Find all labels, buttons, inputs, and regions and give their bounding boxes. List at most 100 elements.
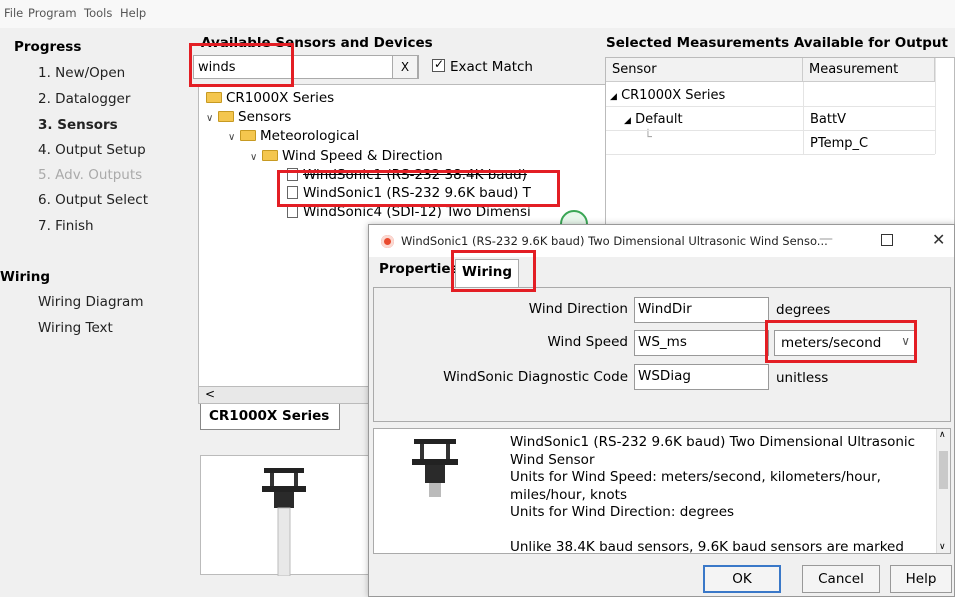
progress-panel: Progress 1. New/Open 2. Datalogger 3. Se… bbox=[0, 28, 186, 597]
wiring-text-link[interactable]: Wiring Text bbox=[38, 320, 113, 336]
ok-button[interactable]: OK bbox=[703, 565, 781, 593]
step-output-setup[interactable]: 4. Output Setup bbox=[38, 142, 146, 158]
tree-item-windsonic1-384k[interactable]: WindSonic1 (RS-232 38.4K baud) bbox=[287, 167, 527, 183]
menu-bar: File Program Tools Help bbox=[0, 0, 955, 28]
tab-wiring[interactable]: Wiring bbox=[455, 259, 520, 287]
description-line: Unlike 38.4K baud sensors, 9.6K baud sen… bbox=[510, 539, 904, 554]
scroll-down-icon[interactable]: ∨ bbox=[939, 542, 946, 552]
app-icon bbox=[381, 235, 394, 248]
file-icon bbox=[287, 168, 298, 181]
scroll-left-icon[interactable]: < bbox=[205, 387, 215, 401]
description-scrollbar[interactable]: ∧ ∨ bbox=[936, 429, 950, 553]
diagnostic-code-unit: unitless bbox=[776, 370, 829, 386]
step-output-select[interactable]: 6. Output Select bbox=[38, 192, 148, 208]
table-row[interactable]: ◢ Default bbox=[624, 112, 683, 127]
step-adv-outputs: 5. Adv. Outputs bbox=[38, 167, 143, 183]
tree-node-root[interactable]: CR1000X Series bbox=[206, 90, 334, 106]
tree-item-windsonic4[interactable]: WindSonic4 (SDI-12) Two Dimensi bbox=[287, 204, 531, 220]
measurement-battv[interactable]: BattV bbox=[810, 112, 846, 127]
folder-icon bbox=[218, 111, 234, 122]
column-header-measurement[interactable]: Measurement bbox=[803, 58, 935, 82]
wiring-diagram-link[interactable]: Wiring Diagram bbox=[38, 294, 143, 310]
tree-label: WindSonic1 (RS-232 38.4K baud) bbox=[303, 167, 527, 183]
tab-properties[interactable]: Properties bbox=[373, 257, 465, 287]
step-sensors[interactable]: 3. Sensors bbox=[38, 117, 118, 133]
windsonic-image bbox=[412, 439, 458, 497]
checkbox-icon bbox=[432, 57, 445, 72]
select-value: meters/second bbox=[781, 335, 882, 351]
measurement-ptemp[interactable]: PTemp_C bbox=[810, 136, 868, 151]
diagnostic-code-input[interactable]: WSDiag bbox=[634, 364, 769, 390]
chevron-down-icon[interactable]: ∨ bbox=[228, 132, 240, 143]
menu-program[interactable]: Program bbox=[28, 6, 77, 20]
chevron-down-icon[interactable]: ∨ bbox=[206, 113, 218, 124]
description-line: Units for Wind Direction: degrees bbox=[510, 504, 735, 520]
folder-icon bbox=[240, 130, 256, 141]
tree-label: Sensors bbox=[238, 109, 292, 125]
row-label: CR1000X Series bbox=[621, 88, 726, 103]
chevron-down-icon: ∨ bbox=[901, 334, 910, 348]
search-input[interactable] bbox=[198, 58, 388, 76]
description-box: WindSonic1 (RS-232 9.6K baud) Two Dimens… bbox=[373, 428, 951, 554]
wind-direction-unit: degrees bbox=[776, 302, 831, 318]
menu-help[interactable]: Help bbox=[120, 6, 146, 20]
dialog-title-bar: WindSonic1 (RS-232 9.6K baud) Two Dimens… bbox=[369, 225, 954, 257]
tree-item-windsonic1-96k[interactable]: WindSonic1 (RS-232 9.6K baud) T bbox=[287, 185, 531, 201]
sensor-properties-dialog: WindSonic1 (RS-232 9.6K baud) Two Dimens… bbox=[368, 224, 955, 597]
wind-direction-label: Wind Direction bbox=[528, 301, 628, 317]
wind-speed-label: Wind Speed bbox=[547, 334, 628, 350]
tree-label: CR1000X Series bbox=[226, 90, 335, 106]
windsonic-image bbox=[262, 468, 306, 577]
exact-match-checkbox[interactable]: Exact Match bbox=[432, 57, 533, 75]
tree-node-sensors[interactable]: ∨ Sensors bbox=[206, 109, 291, 125]
column-header-sensor[interactable]: Sensor bbox=[606, 58, 803, 82]
close-icon[interactable]: ✕ bbox=[932, 230, 945, 249]
scroll-up-icon[interactable]: ∧ bbox=[939, 430, 946, 440]
clear-search-button[interactable]: X bbox=[392, 55, 418, 79]
outputs-table: Sensor Measurement ◢ CR1000X Series ◢ De… bbox=[605, 57, 955, 227]
folder-icon bbox=[206, 92, 222, 103]
chevron-down-icon[interactable]: ∨ bbox=[250, 152, 262, 163]
properties-panel: Wind Direction WindDir degrees Wind Spee… bbox=[373, 287, 951, 422]
description-line: Wind Sensor bbox=[510, 451, 595, 468]
wind-direction-input[interactable]: WindDir bbox=[634, 297, 769, 323]
progress-heading: Progress bbox=[14, 39, 82, 55]
menu-file[interactable]: File bbox=[4, 6, 23, 20]
file-icon bbox=[287, 205, 298, 218]
step-datalogger[interactable]: 2. Datalogger bbox=[38, 91, 130, 107]
tree-node-wind[interactable]: ∨ Wind Speed & Direction bbox=[250, 148, 443, 164]
outputs-title: Selected Measurements Available for Outp… bbox=[606, 35, 948, 51]
file-icon bbox=[287, 186, 298, 199]
menu-tools[interactable]: Tools bbox=[84, 6, 112, 20]
tree-label: WindSonic1 (RS-232 9.6K baud) T bbox=[303, 185, 531, 201]
diagnostic-code-label: WindSonic Diagnostic Code bbox=[443, 369, 628, 385]
cancel-button[interactable]: Cancel bbox=[802, 565, 880, 593]
help-button[interactable]: Help bbox=[890, 565, 952, 593]
exact-match-label: Exact Match bbox=[450, 59, 533, 75]
description-line: WindSonic1 (RS-232 9.6K baud) Two Dimens… bbox=[510, 434, 916, 450]
search-field: X bbox=[193, 55, 419, 79]
dialog-title: WindSonic1 (RS-232 9.6K baud) Two Dimens… bbox=[401, 234, 828, 248]
tab-cr1000x-series[interactable]: CR1000X Series bbox=[200, 404, 340, 430]
step-finish[interactable]: 7. Finish bbox=[38, 218, 94, 234]
tree-label: WindSonic4 (SDI-12) Two Dimensi bbox=[303, 204, 531, 220]
wind-speed-unit-select[interactable]: meters/second ∨ bbox=[774, 330, 917, 356]
description-line: miles/hour, knots bbox=[510, 486, 628, 503]
tree-label: Wind Speed & Direction bbox=[282, 148, 443, 164]
step-new-open[interactable]: 1. New/Open bbox=[38, 65, 125, 81]
wiring-heading: Wiring bbox=[0, 269, 51, 285]
tree-label: Meteorological bbox=[260, 128, 360, 144]
tree-node-meteorological[interactable]: ∨ Meteorological bbox=[228, 128, 359, 144]
sensor-description: WindSonic1 (RS-232 9.6K baud) Two Dimens… bbox=[510, 434, 935, 554]
sensors-title: Available Sensors and Devices bbox=[201, 35, 433, 51]
maximize-icon[interactable] bbox=[881, 234, 893, 246]
table-row[interactable]: ◢ CR1000X Series bbox=[610, 88, 725, 103]
description-line: Units for Wind Speed: meters/second, kil… bbox=[510, 469, 881, 485]
tree-connector: └ bbox=[644, 130, 652, 145]
folder-icon bbox=[262, 150, 278, 161]
sensor-image-panel bbox=[200, 455, 375, 577]
scroll-thumb[interactable] bbox=[939, 451, 948, 489]
wind-speed-input[interactable]: WS_ms bbox=[634, 330, 769, 356]
minimize-icon[interactable]: — bbox=[819, 231, 833, 247]
